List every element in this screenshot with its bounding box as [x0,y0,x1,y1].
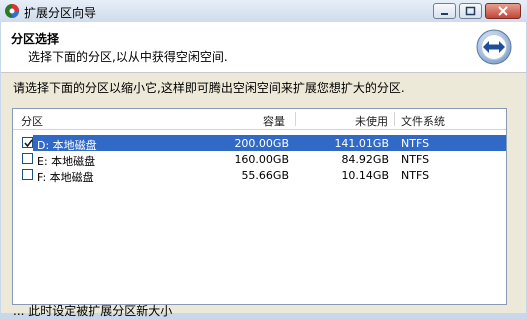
maximize-button[interactable] [459,3,482,19]
partition-checkbox[interactable] [22,153,33,164]
partition-list: 分区 容量 未使用 文件系统 D: 本地磁盘 200.00GB 141.01GB… [12,108,507,305]
partition-capacity: 55.66GB [241,169,289,182]
partition-unused: 141.01GB [334,137,389,150]
close-icon [498,6,508,16]
column-header-filesystem[interactable]: 文件系统 [401,113,445,129]
partition-checkbox[interactable] [22,169,33,180]
partition-name: F: 本地磁盘 [37,171,94,184]
wizard-body: 请选择下面的分区以缩小它,这样即可腾出空闲空间来扩展您想扩大的分区. 分区 容量… [1,73,526,318]
checkmark-icon [24,139,33,148]
maximize-icon [465,6,476,16]
footer-hint: ... 此时设定被扩展分区新大小 [13,304,173,318]
partition-capacity: 200.00GB [234,137,289,150]
page-title: 分区选择 [11,32,60,46]
partition-row[interactable]: F: 本地磁盘 55.66GB 10.14GB NTFS [13,167,506,184]
column-header-capacity[interactable]: 容量 [263,113,285,129]
partition-row[interactable]: D: 本地磁盘 200.00GB 141.01GB NTFS [13,135,506,152]
title-bar: 扩展分区向导 [0,0,527,22]
instruction-text: 请选择下面的分区以缩小它,这样即可腾出空闲空间来扩展您想扩大的分区. [13,81,405,95]
wizard-header: 分区选择 选择下面的分区,以从中获得空闲空间. [1,22,526,73]
column-header-partition[interactable]: 分区 [21,113,43,129]
partition-filesystem: NTFS [401,169,430,182]
page-subtitle: 选择下面的分区,以从中获得空闲空间. [28,50,228,64]
window-title: 扩展分区向导 [24,6,97,20]
app-icon [5,4,19,18]
minimize-button[interactable] [433,3,456,19]
list-header: 分区 容量 未使用 文件系统 [13,109,506,130]
partition-filesystem: NTFS [401,137,430,150]
partition-row[interactable]: E: 本地磁盘 160.00GB 84.92GB NTFS [13,151,506,168]
partition-unused: 10.14GB [341,169,389,182]
column-divider[interactable] [394,112,395,126]
column-divider[interactable] [295,112,296,126]
minimize-icon [441,13,448,15]
partition-checkbox[interactable] [22,137,33,148]
close-button[interactable] [485,3,521,19]
column-header-unused[interactable]: 未使用 [355,113,388,129]
partition-unused: 84.92GB [341,153,389,166]
partition-capacity: 160.00GB [234,153,289,166]
partition-filesystem: NTFS [401,153,430,166]
resize-arrows-icon [476,29,512,65]
